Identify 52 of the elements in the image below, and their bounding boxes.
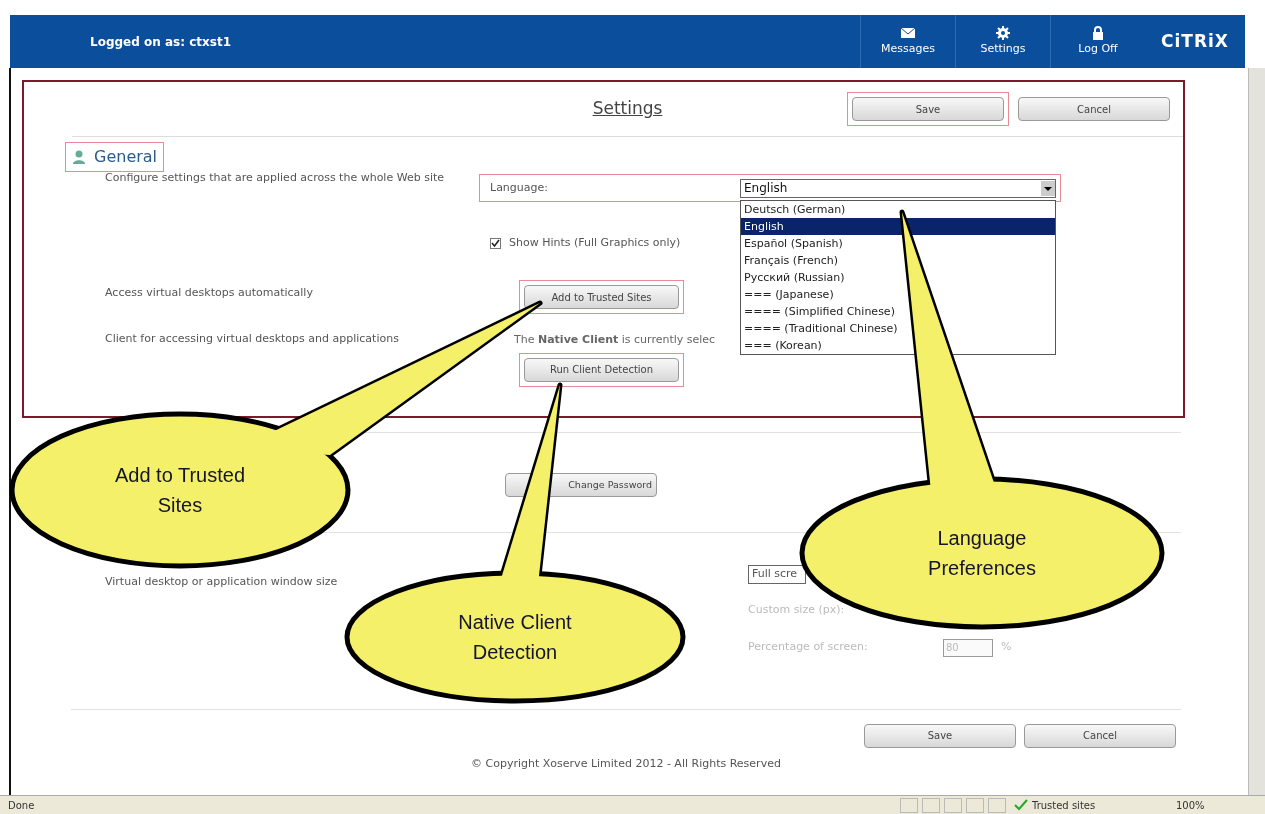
unit-label: % — [1001, 639, 1012, 656]
dropdown-option[interactable]: English — [741, 217, 1055, 235]
client-detection-button[interactable]: Run Client Detection — [524, 357, 679, 382]
section-heading: General — [66, 143, 164, 171]
field-label: Custom size (px): — [748, 602, 846, 618]
dropdown-option[interactable]: Deutsch (German) — [741, 200, 1055, 218]
dropdown-option[interactable]: === (Korean) — [741, 336, 1055, 354]
setting-description: Client for accessing virtual desktops and applications — [105, 332, 400, 347]
checkbox[interactable] — [490, 237, 501, 249]
check-icon — [1014, 799, 1028, 811]
callout-text: Native Client Detection — [458, 611, 572, 663]
window-size-select[interactable]: Full scre — [748, 565, 806, 584]
dropdown-option[interactable]: Français (French) — [741, 251, 1055, 269]
save-button[interactable]: Save — [852, 97, 1004, 121]
dropdown-option[interactable]: ==== (Simplified Chinese) — [741, 302, 1055, 320]
lock-icon — [1090, 25, 1106, 42]
checkbox-label: Show Hints (Full Graphics only) — [509, 235, 681, 251]
save-button[interactable]: Save — [864, 723, 1016, 748]
user-icon — [72, 149, 86, 165]
status-cell — [922, 797, 940, 813]
copyright-text: © Copyright Xoserve Limited 2012 - All Rights Reserved — [471, 756, 781, 770]
user-label: Logged on as: ctxst1 — [89, 33, 232, 51]
callout-text: Language Preferences — [928, 527, 1036, 579]
language-label: Language: — [490, 179, 548, 196]
nav-link[interactable]: Messages — [881, 41, 935, 58]
dropdown-option[interactable]: ==== (Traditional Chinese) — [741, 319, 1055, 337]
status-text: Done — [7, 798, 36, 813]
language-select[interactable]: English — [740, 178, 1056, 198]
dropdown-option[interactable]: Español (Spanish) — [741, 234, 1055, 252]
setting-description: Configure settings that are applied across the whole Web site — [105, 171, 446, 186]
field-label: Percentage of screen: — [748, 639, 869, 656]
cancel-button[interactable]: Cancel — [1024, 723, 1176, 748]
dropdown-option[interactable]: === (Japanese) — [741, 285, 1055, 303]
security-zone: Trusted sites — [1032, 798, 1097, 813]
setting-description: Virtual desktop or application window size — [105, 575, 339, 590]
gear-icon — [995, 25, 1011, 42]
zoom-level[interactable]: 100% — [1176, 797, 1205, 813]
dropdown-option[interactable]: Русский (Russian) — [741, 268, 1055, 286]
status-cell — [900, 797, 918, 813]
nav-link[interactable]: Settings — [980, 41, 1026, 58]
trusted-sites-button[interactable]: Add to Trusted Sites — [524, 285, 679, 309]
scrollbar[interactable] — [1248, 68, 1265, 795]
page-title: Settings — [592, 97, 663, 121]
cancel-button[interactable]: Cancel — [1018, 97, 1170, 121]
setting-description: Access virtual desktops automatically — [105, 285, 314, 301]
callout-text: Add to Trusted Sites — [114, 464, 246, 516]
status-text: The Native Client is currently selec — [514, 332, 716, 348]
status-cell — [944, 797, 962, 813]
status-cell — [966, 797, 984, 813]
logo: CiTRiX — [1160, 29, 1230, 53]
nav-link[interactable]: Log Off — [1078, 41, 1118, 58]
status-cell — [988, 797, 1006, 813]
